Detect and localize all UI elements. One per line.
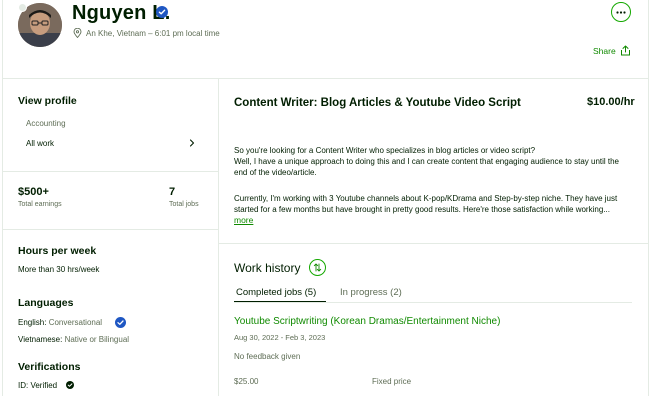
hourly-rate: $10.00/hr [587, 96, 635, 108]
more-options-button[interactable] [611, 2, 631, 22]
description-line-4: Currently, I'm working with 3 Youtube ch… [234, 194, 618, 203]
verified-badge-icon [156, 6, 168, 18]
id-verified-check-icon [66, 381, 74, 389]
job-feedback: No feedback given [234, 352, 301, 361]
description-line-2: Well, I have a unique approach to doing … [234, 157, 620, 166]
job-title-link[interactable]: Youtube Scriptwriting (Korean Dramas/Ent… [234, 316, 500, 327]
job-amount: $25.00 [234, 377, 259, 386]
more-dots-icon [616, 10, 626, 14]
sidebar-item-accounting[interactable]: Accounting [26, 119, 66, 128]
location-text: An Khe, Vietnam – 6:01 pm local time [86, 28, 220, 38]
language-level: Native or Bilingual [64, 335, 130, 344]
share-icon [620, 45, 630, 56]
sidebar-divider-2 [3, 229, 218, 230]
profile-headline: Content Writer: Blog Articles & Youtube … [234, 97, 521, 109]
description-line-5: started for a few months but have brough… [234, 205, 610, 214]
job-price-type: Fixed price [372, 377, 412, 386]
description-line-3: end of the video/article. [234, 168, 317, 177]
column-divider [218, 79, 219, 396]
language-level: Conversational [48, 318, 103, 327]
sort-button[interactable] [309, 259, 326, 276]
view-profile-heading: View profile [18, 95, 77, 107]
description-line-1: So you're looking for a Content Writer w… [234, 146, 536, 155]
verifications-heading: Verifications [18, 361, 81, 373]
tab-in-progress[interactable]: In progress (2) [340, 287, 402, 298]
total-earnings-value: $500+ [18, 186, 49, 198]
tab-completed-jobs[interactable]: Completed jobs (5) [236, 287, 316, 298]
language-name: English: [18, 318, 47, 327]
share-button[interactable]: Share [593, 45, 631, 56]
location-pin-icon [73, 28, 82, 38]
language-vietnamese: Vietnamese: Native or Bilingual [18, 335, 129, 344]
total-jobs-label: Total jobs [169, 201, 199, 208]
chevron-right-icon[interactable] [189, 139, 195, 147]
online-status-dot [18, 3, 27, 12]
total-earnings-label: Total earnings [18, 201, 62, 208]
total-jobs-value: 7 [169, 186, 176, 198]
language-english: English: Conversational [18, 318, 102, 327]
hours-per-week-value: More than 30 hrs/week [18, 265, 100, 274]
id-verified-label: ID: Verified [18, 381, 58, 390]
sidebar-item-all-work[interactable]: All work [26, 139, 54, 148]
work-history-heading: Work history [234, 261, 301, 275]
share-label: Share [593, 45, 616, 56]
location: An Khe, Vietnam – 6:01 pm local time [73, 28, 220, 38]
job-dates: Aug 30, 2022 - Feb 3, 2023 [234, 333, 326, 342]
header-divider [3, 78, 648, 79]
more-link[interactable]: more [234, 215, 253, 225]
sidebar-divider-1 [3, 171, 218, 172]
sort-arrows-icon [313, 263, 322, 272]
hours-per-week-heading: Hours per week [18, 245, 97, 257]
main-divider [219, 243, 648, 244]
verified-check-icon [115, 317, 126, 328]
tabs-divider [234, 302, 632, 303]
language-name: Vietnamese: [18, 335, 63, 344]
languages-heading: Languages [18, 297, 74, 309]
